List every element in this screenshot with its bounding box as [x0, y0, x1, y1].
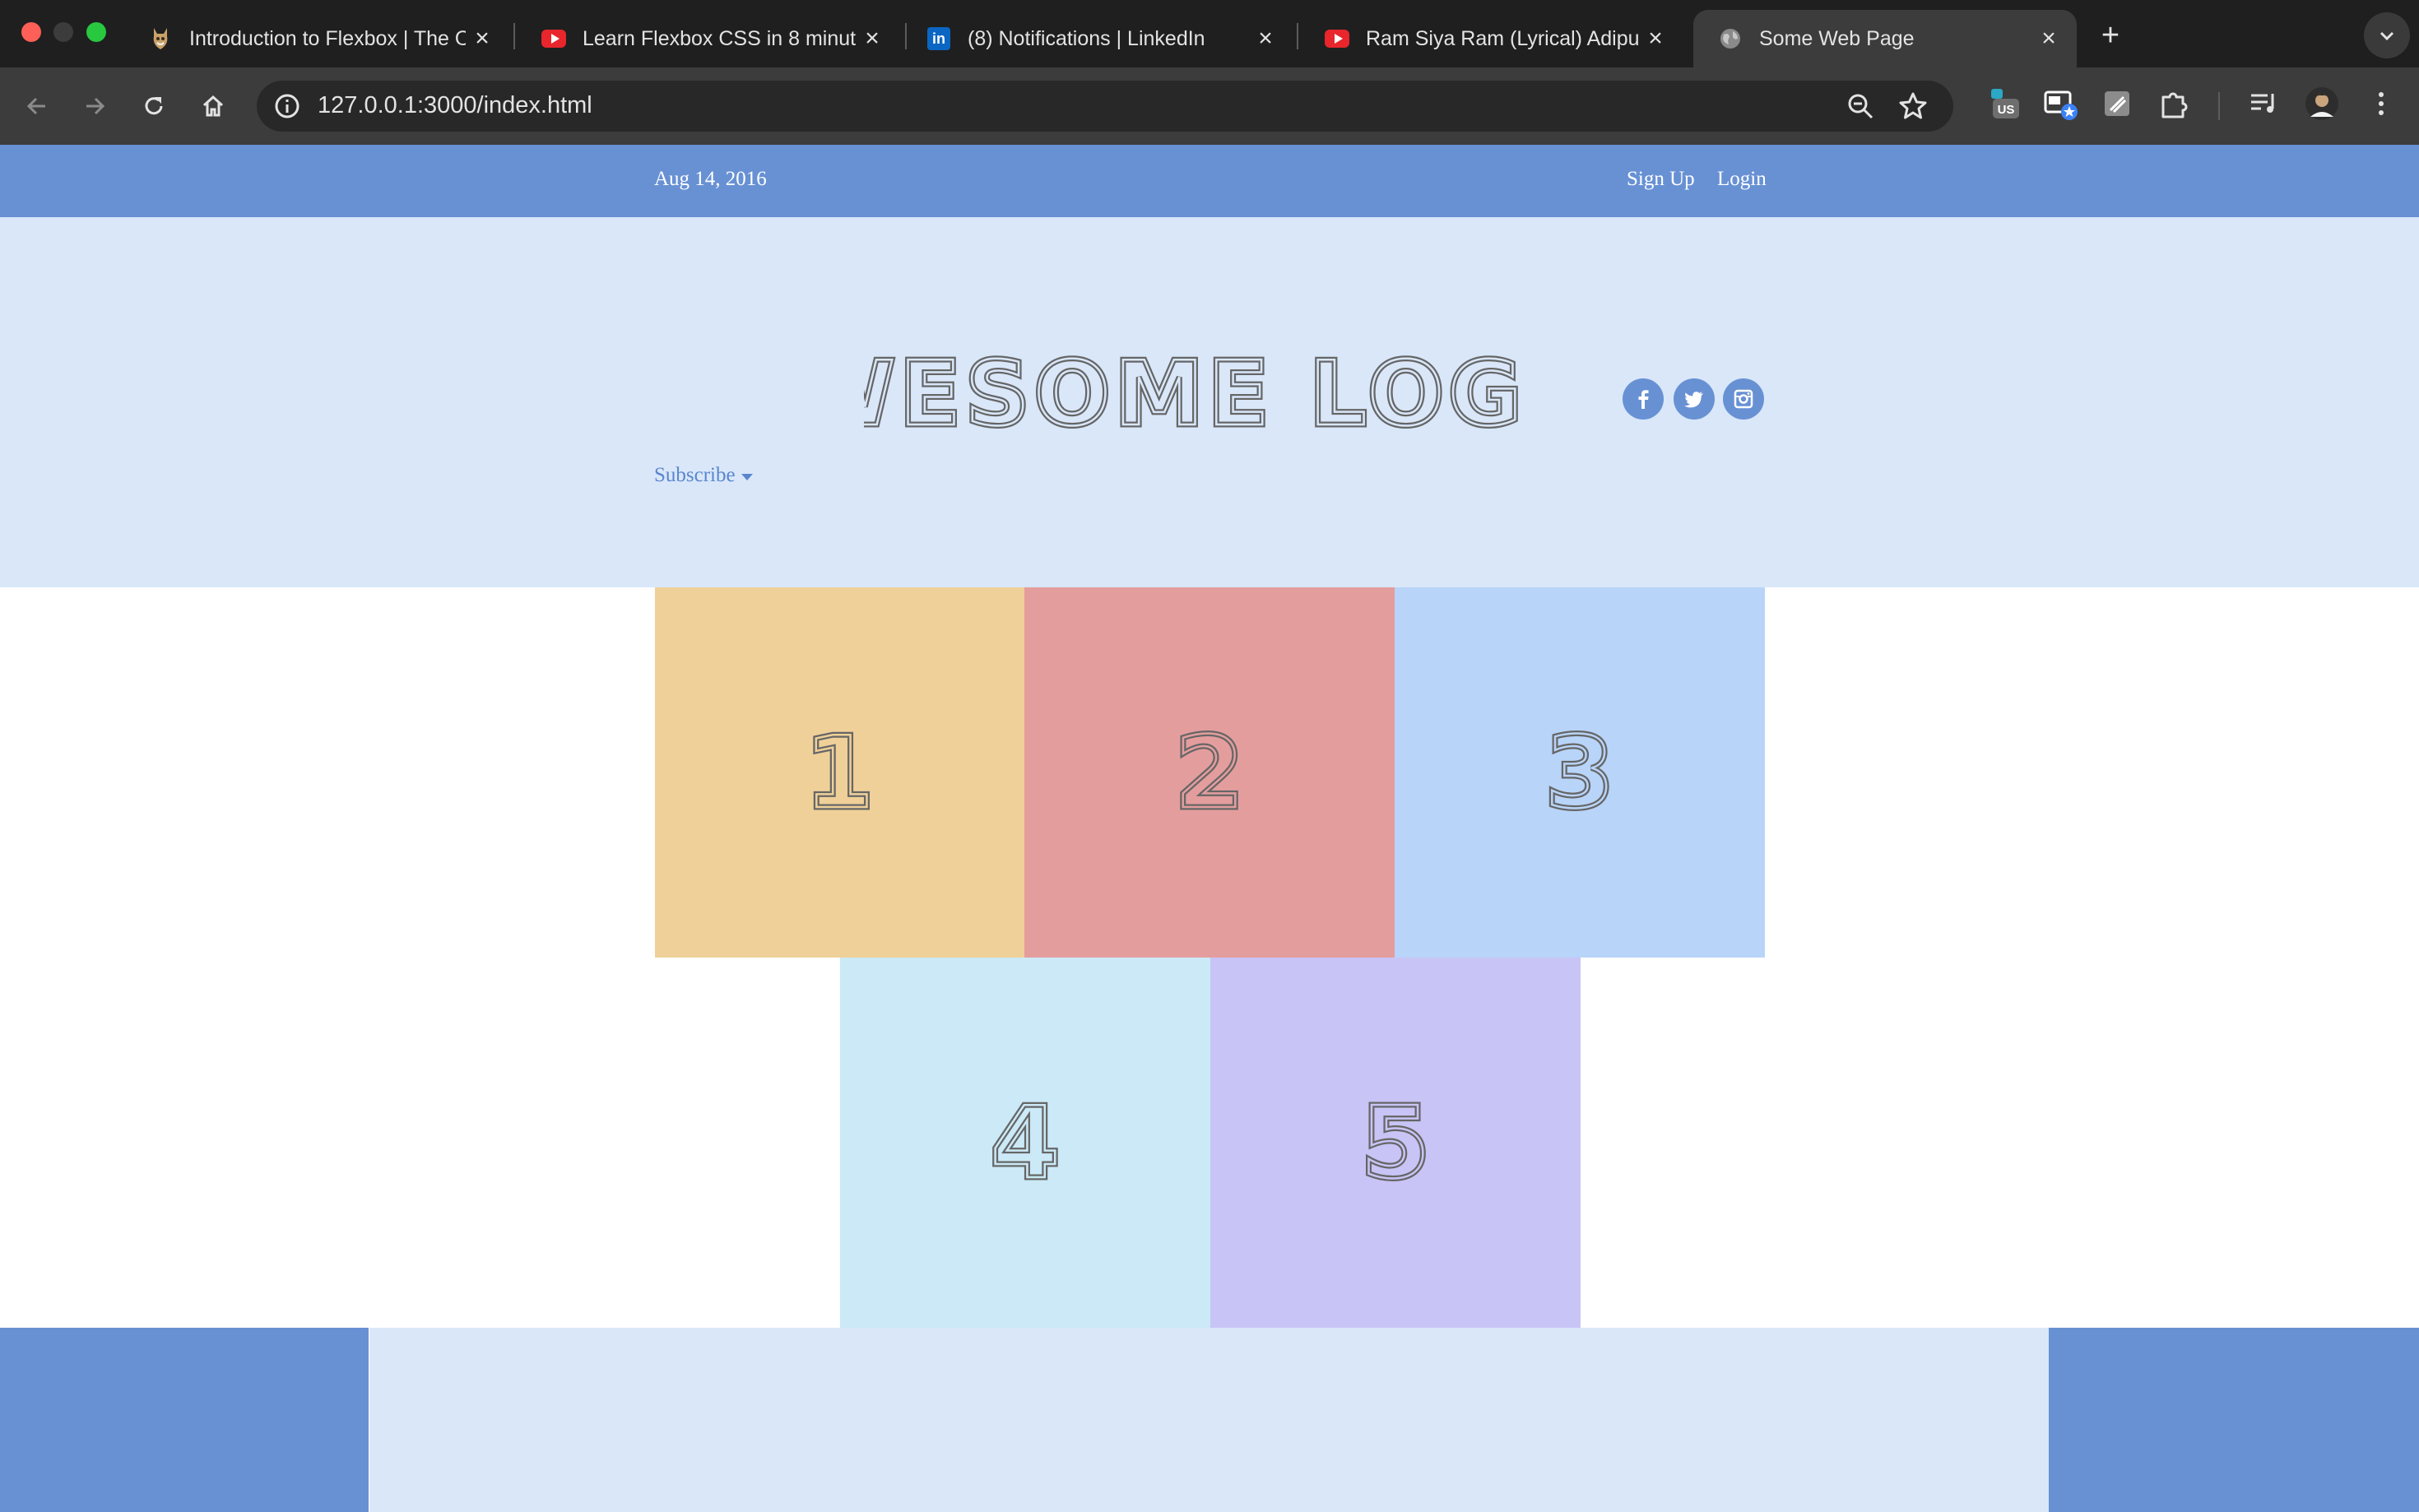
profile-avatar[interactable] — [2304, 86, 2340, 122]
close-tab-icon[interactable]: × — [1249, 22, 1282, 55]
tab-title: Ram Siya Ram (Lyrical) Adipurush — [1366, 26, 1639, 50]
minimize-window-button[interactable] — [53, 22, 73, 42]
close-tab-icon[interactable]: × — [466, 22, 499, 55]
zoom-icon[interactable] — [1845, 90, 1876, 122]
browser-tab[interactable]: Ram Siya Ram (Lyrical) Adipurush × — [1300, 10, 1683, 67]
extensions-puzzle-icon[interactable] — [2157, 86, 2193, 122]
tab-title: (8) Notifications | LinkedIn — [968, 26, 1205, 50]
reload-icon — [145, 97, 163, 115]
box-number-inner: 4 — [991, 1087, 1060, 1201]
linkedin-icon: in — [926, 26, 951, 51]
flex-box-1: 1 1 — [655, 587, 1024, 958]
browser-toolbar: 127.0.0.1:3000/index.html US — [0, 67, 2419, 145]
web-page: Aug 14, 2016 Sign Up Login Subscribe AWE… — [0, 145, 2419, 1512]
flex-box-5: 5 5 — [1210, 958, 1581, 1328]
home-button[interactable] — [193, 86, 234, 127]
tab-title: Some Web Page — [1759, 26, 1915, 50]
browser-tab[interactable]: Learn Flexbox CSS in 8 minutes × — [517, 10, 900, 67]
close-window-button[interactable] — [21, 22, 41, 42]
box-number-inner: 2 — [1175, 717, 1244, 831]
header-section: Subscribe AWESOME LOGO! AWESOME LOGO! — [0, 217, 2419, 587]
info-icon[interactable] — [273, 92, 301, 120]
extension-badge-text: US — [1998, 103, 2015, 117]
close-tab-icon[interactable]: × — [856, 22, 889, 55]
caret-down-icon — [741, 473, 753, 480]
odin-icon — [148, 26, 173, 51]
home-icon — [202, 95, 224, 117]
tab-divider — [513, 23, 515, 49]
box-number-inner: 1 — [805, 717, 874, 831]
youtube-icon — [541, 26, 566, 51]
address-bar[interactable]: 127.0.0.1:3000/index.html — [257, 81, 1953, 132]
logo-text-inner-stroke: AWESOME LOGO! — [864, 343, 1522, 446]
tab-divider — [1297, 23, 1298, 49]
extension-notes-icon[interactable] — [2099, 86, 2135, 122]
tab-title: Introduction to Flexbox | The Odin Proje… — [189, 26, 466, 50]
bookmark-star-icon[interactable] — [1897, 90, 1929, 122]
subscribe-dropdown[interactable]: Subscribe — [654, 464, 753, 487]
toolbar-divider — [2218, 92, 2220, 120]
close-tab-icon[interactable]: × — [1639, 22, 1672, 55]
browser-tab[interactable]: in (8) Notifications | LinkedIn × — [902, 10, 1293, 67]
facebook-icon[interactable] — [1623, 378, 1664, 420]
sign-up-link[interactable]: Sign Up — [1627, 168, 1695, 191]
subscribe-label: Subscribe — [654, 464, 736, 486]
arrow-left-icon — [26, 97, 45, 115]
date-text: Aug 14, 2016 — [654, 168, 767, 190]
site-logo: AWESOME LOGO! AWESOME LOGO! — [864, 341, 1522, 448]
twitter-icon[interactable] — [1674, 378, 1715, 420]
footer-center-panel — [369, 1328, 2049, 1512]
flex-box-3: 3 3 — [1395, 587, 1765, 958]
media-control-icon[interactable] — [2246, 86, 2282, 122]
youtube-icon — [1325, 26, 1349, 51]
tab-search-button[interactable] — [2364, 12, 2410, 58]
arrow-right-icon — [86, 97, 105, 115]
top-bar: Aug 14, 2016 Sign Up Login — [0, 145, 2419, 217]
reload-button[interactable] — [133, 86, 174, 127]
extension-window-icon[interactable] — [2042, 86, 2078, 122]
browser-tab-active[interactable]: Some Web Page × — [1693, 10, 2077, 67]
fullscreen-window-button[interactable] — [86, 22, 106, 42]
kebab-menu-icon — [2379, 92, 2384, 115]
footer-left-panel — [0, 1328, 369, 1512]
chevron-down-icon — [2380, 31, 2394, 41]
box-number-inner: 3 — [1545, 717, 1614, 831]
back-button[interactable] — [16, 86, 58, 127]
tab-title: Learn Flexbox CSS in 8 minutes — [583, 26, 856, 50]
browser-menu-button[interactable] — [2363, 86, 2399, 122]
globe-icon — [1718, 26, 1743, 51]
flex-box-2: 2 2 — [1024, 587, 1395, 958]
box-number-inner: 5 — [1361, 1087, 1430, 1201]
extension-translate-icon[interactable]: US — [1986, 86, 2022, 122]
instagram-icon[interactable] — [1723, 378, 1764, 420]
forward-button[interactable] — [74, 86, 115, 127]
url-text[interactable]: 127.0.0.1:3000/index.html — [318, 92, 592, 119]
flex-box-4: 4 4 — [840, 958, 1210, 1328]
close-tab-icon[interactable]: × — [2032, 22, 2065, 55]
browser-tabstrip: Introduction to Flexbox | The Odin Proje… — [0, 0, 2419, 67]
login-link[interactable]: Login — [1717, 168, 1767, 191]
footer-right-panel — [2049, 1328, 2419, 1512]
browser-tab[interactable]: Introduction to Flexbox | The Odin Proje… — [123, 10, 510, 67]
new-tab-button[interactable]: + — [2090, 15, 2131, 56]
